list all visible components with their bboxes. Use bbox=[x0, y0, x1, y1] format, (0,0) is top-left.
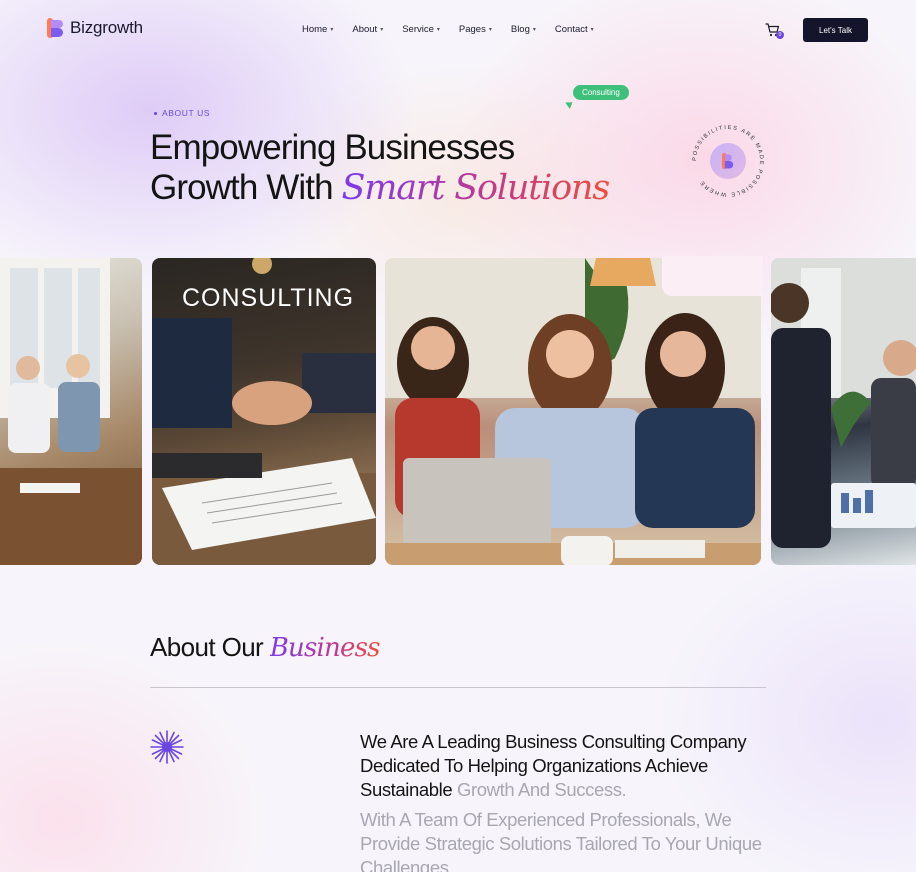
sparkle-star-icon bbox=[150, 730, 184, 764]
chevron-down-icon: ▾ bbox=[436, 27, 440, 33]
cart-count-badge: 0 bbox=[776, 31, 784, 39]
section-tag: ABOUT US bbox=[154, 108, 210, 118]
nav-item-pages[interactable]: Pages ▾ bbox=[459, 24, 492, 35]
chevron-down-icon: ▾ bbox=[380, 27, 384, 33]
chevron-down-icon: ▾ bbox=[488, 27, 492, 33]
nav-label: Service bbox=[402, 24, 434, 35]
hero-title: Empowering Businesses Growth With Smart … bbox=[150, 128, 610, 208]
about-heading: About Our Business bbox=[150, 632, 380, 663]
about-paragraph-primary: We Are A Leading Business Consulting Com… bbox=[360, 730, 770, 802]
about-heading-plain: About Our bbox=[150, 632, 270, 662]
meeting-scene bbox=[0, 258, 142, 565]
consulting-bubble: Consulting bbox=[573, 85, 629, 100]
chevron-down-icon: ▾ bbox=[532, 27, 536, 33]
rotating-badge: POSSIBILITIES ARE MADE POSSIBLE WHERE bbox=[692, 125, 763, 197]
nav-item-blog[interactable]: Blog ▾ bbox=[511, 24, 536, 35]
about-paragraph-secondary: With A Team Of Experienced Professionals… bbox=[360, 809, 762, 872]
hero-title-accent: Smart Solutions bbox=[341, 168, 610, 208]
brand-name: Bizgrowth bbox=[70, 18, 143, 37]
team-scene bbox=[385, 258, 761, 565]
section-tag-label: ABOUT US bbox=[162, 108, 211, 118]
consulting-overlay-text: CONSULTING bbox=[182, 284, 355, 312]
about-paragraph-muted: Growth And Success. bbox=[457, 779, 627, 800]
hero-title-plain: Growth With bbox=[150, 168, 342, 207]
nav-label: Home bbox=[302, 24, 328, 35]
nav-item-contact[interactable]: Contact ▾ bbox=[555, 24, 594, 35]
nav-item-home[interactable]: Home ▾ bbox=[302, 24, 333, 35]
nav-item-service[interactable]: Service ▾ bbox=[402, 24, 440, 35]
section-divider bbox=[150, 687, 766, 688]
nav-label: Blog bbox=[510, 24, 530, 35]
logo-mark-icon bbox=[47, 18, 63, 38]
gallery-image-meeting bbox=[0, 258, 142, 565]
nav-item-about[interactable]: About ▾ bbox=[352, 24, 383, 35]
brand-logo[interactable]: Bizgrowth bbox=[47, 18, 143, 38]
hero-title-line1: Empowering Businesses bbox=[150, 128, 515, 167]
nav-label: About bbox=[352, 24, 378, 35]
gallery-image-office bbox=[771, 258, 916, 565]
chevron-down-icon: ▾ bbox=[590, 27, 594, 33]
office-scene bbox=[771, 258, 916, 548]
nav-label: Pages bbox=[458, 24, 486, 35]
nav-label: Contact bbox=[554, 24, 588, 35]
hero-title-line2: Growth With Smart Solutions bbox=[150, 168, 610, 208]
gallery-image-team bbox=[385, 258, 761, 565]
image-notch bbox=[662, 256, 763, 296]
lets-talk-button[interactable]: Let's Talk bbox=[803, 18, 868, 42]
cart-button[interactable]: 0 bbox=[765, 23, 784, 39]
main-nav: Home ▾ About ▾ Service ▾ Pages ▾ Blog ▾ Conta… bbox=[302, 24, 613, 35]
chevron-down-icon: ▾ bbox=[330, 27, 334, 33]
about-heading-accent: Business bbox=[269, 633, 381, 663]
tag-dot-icon bbox=[154, 111, 157, 115]
